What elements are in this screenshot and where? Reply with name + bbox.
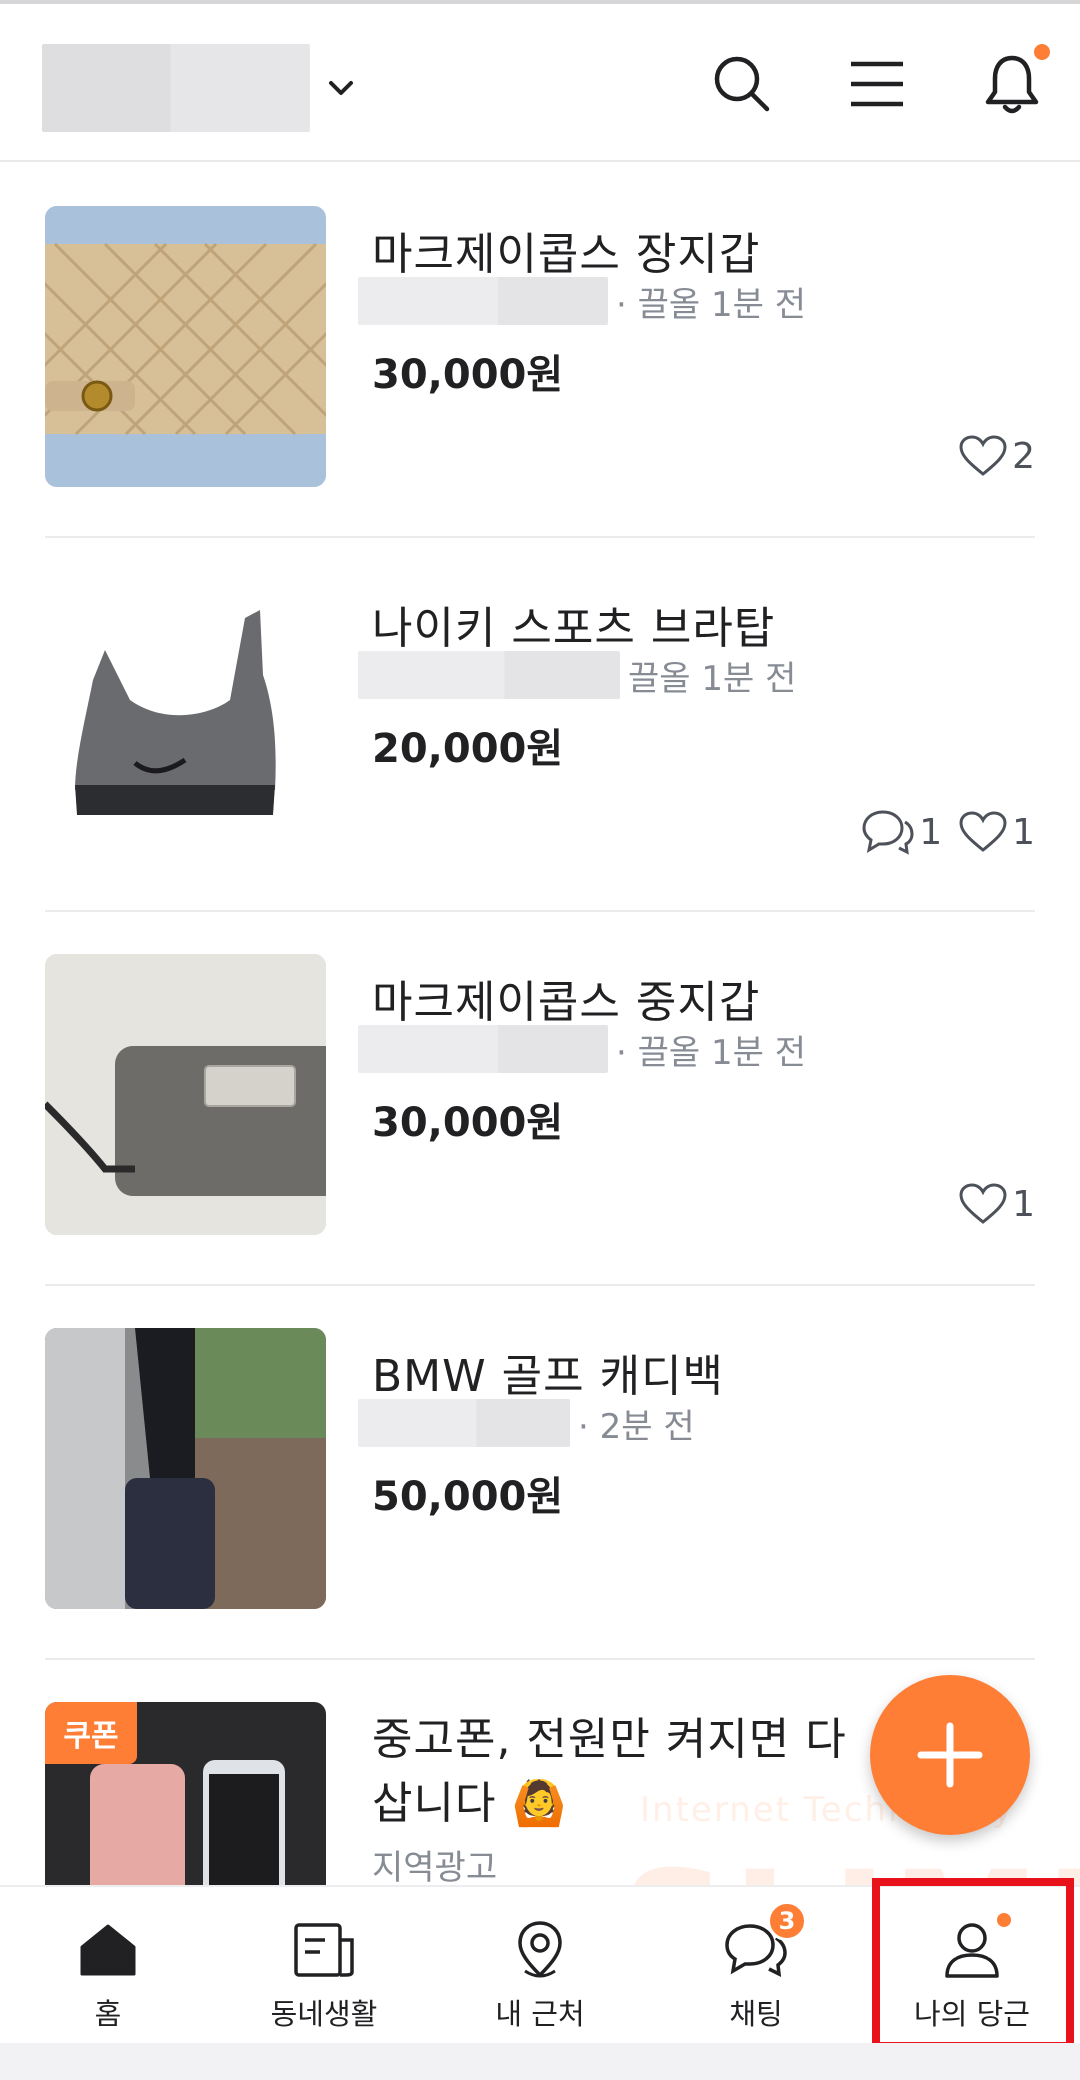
nav-home-label: 홈 — [94, 1997, 122, 2031]
chat-icon: 3 — [723, 1901, 807, 1983]
app-screen: 마크제이콥스 장지갑 · 끌올 1분 전 30,000원 2 나이키 스포츠 브… — [0, 0, 1080, 2080]
item-time: · 끌올 1분 전 — [616, 284, 806, 325]
list-item[interactable]: 마크제이콥스 중지갑 · 끌올 1분 전 30,000원 1 — [45, 912, 1035, 1286]
plus-icon — [917, 1722, 983, 1788]
item-meta: · 2분 전 — [358, 1398, 695, 1448]
location-selector[interactable] — [42, 42, 358, 134]
like-count-value: 1 — [1012, 811, 1035, 853]
system-navigation-bar — [0, 2043, 1080, 2080]
like-count: 1 — [958, 810, 1035, 854]
item-title: BMW 골프 캐디백 — [372, 1351, 725, 1402]
item-time: · 2분 전 — [578, 1406, 695, 1447]
ok-gesture-emoji-icon: 🙆 — [511, 1778, 568, 1829]
nav-chat[interactable]: 3 채팅 — [648, 1887, 864, 2045]
item-time: · 끌올 1분 전 — [616, 1032, 806, 1073]
item-title: 마크제이콥스 장지갑 — [372, 229, 761, 280]
item-title: 나이키 스포츠 브라탑 — [372, 603, 776, 654]
item-price: 30,000원 — [372, 352, 564, 398]
ad-title-line1: 중고폰, 전원만 켜지면 다 — [372, 1714, 847, 1765]
region-name-redacted — [358, 277, 608, 325]
product-thumbnail — [45, 954, 326, 1235]
item-stats: 2 — [942, 434, 1035, 478]
ad-title: 중고폰, 전원만 켜지면 다 삽니다 🙆 — [372, 1708, 952, 1836]
nav-home[interactable]: 홈 — [0, 1887, 216, 2045]
add-item-button[interactable] — [870, 1675, 1030, 1835]
map-pin-icon — [507, 1917, 573, 1983]
list-item[interactable]: 마크제이콥스 장지갑 · 끌올 1분 전 30,000원 2 — [45, 164, 1035, 538]
product-thumbnail — [45, 206, 326, 487]
list-item[interactable]: BMW 골프 캐디백 · 2분 전 50,000원 — [45, 1286, 1035, 1660]
hamburger-menu-icon[interactable] — [837, 44, 917, 124]
chevron-down-icon — [324, 71, 358, 105]
like-count: 1 — [958, 1182, 1035, 1226]
comment-count-value: 1 — [919, 811, 943, 853]
ad-label: 지역광고 — [372, 1848, 498, 1888]
heart-icon — [959, 435, 1007, 476]
home-icon — [75, 1917, 141, 1983]
item-price: 30,000원 — [372, 1100, 564, 1146]
nav-nearby-label: 내 근처 — [495, 1997, 585, 2031]
comment-count: 1 — [861, 808, 942, 856]
search-icon[interactable] — [702, 44, 782, 124]
nav-chat-label: 채팅 — [729, 1997, 783, 2031]
nav-nearby[interactable]: 내 근처 — [432, 1887, 648, 2045]
region-name-redacted — [358, 1399, 570, 1447]
newspaper-icon — [291, 1917, 357, 1983]
item-price: 20,000원 — [372, 726, 564, 772]
item-meta: 끌올 1분 전 — [358, 650, 796, 700]
product-thumbnail — [45, 1328, 326, 1609]
product-thumbnail — [45, 580, 326, 861]
notification-dot — [1034, 44, 1050, 60]
heart-icon — [959, 811, 1007, 852]
ad-title-line2: 삽니다 — [372, 1778, 497, 1829]
region-name-redacted — [358, 1025, 608, 1073]
bell-icon[interactable] — [972, 44, 1052, 124]
item-meta: · 끌올 1분 전 — [358, 1024, 806, 1074]
item-time: 끌올 1분 전 — [628, 658, 797, 699]
item-title: 마크제이콥스 중지갑 — [372, 977, 761, 1028]
item-price: 50,000원 — [372, 1474, 564, 1520]
like-count-value: 1 — [1012, 1183, 1035, 1225]
nav-community-label: 동네생활 — [270, 1997, 378, 2031]
chat-bubble-icon — [862, 810, 914, 855]
top-app-bar — [0, 4, 1080, 162]
region-name-redacted — [358, 651, 620, 699]
item-stats: 1 1 — [845, 808, 1035, 856]
list-item[interactable]: 나이키 스포츠 브라탑 끌올 1분 전 20,000원 1 1 — [45, 538, 1035, 912]
location-name-redacted — [42, 44, 310, 132]
like-count: 2 — [958, 434, 1035, 478]
coupon-badge: 쿠폰 — [45, 1702, 137, 1764]
heart-icon — [959, 1183, 1007, 1224]
like-count-value: 2 — [1012, 435, 1035, 477]
highlight-annotation-box — [872, 1878, 1074, 2050]
nav-community[interactable]: 동네생활 — [216, 1887, 432, 2045]
item-stats: 1 — [942, 1182, 1035, 1226]
item-meta: · 끌올 1분 전 — [358, 276, 806, 326]
chat-unread-badge: 3 — [767, 1901, 807, 1941]
